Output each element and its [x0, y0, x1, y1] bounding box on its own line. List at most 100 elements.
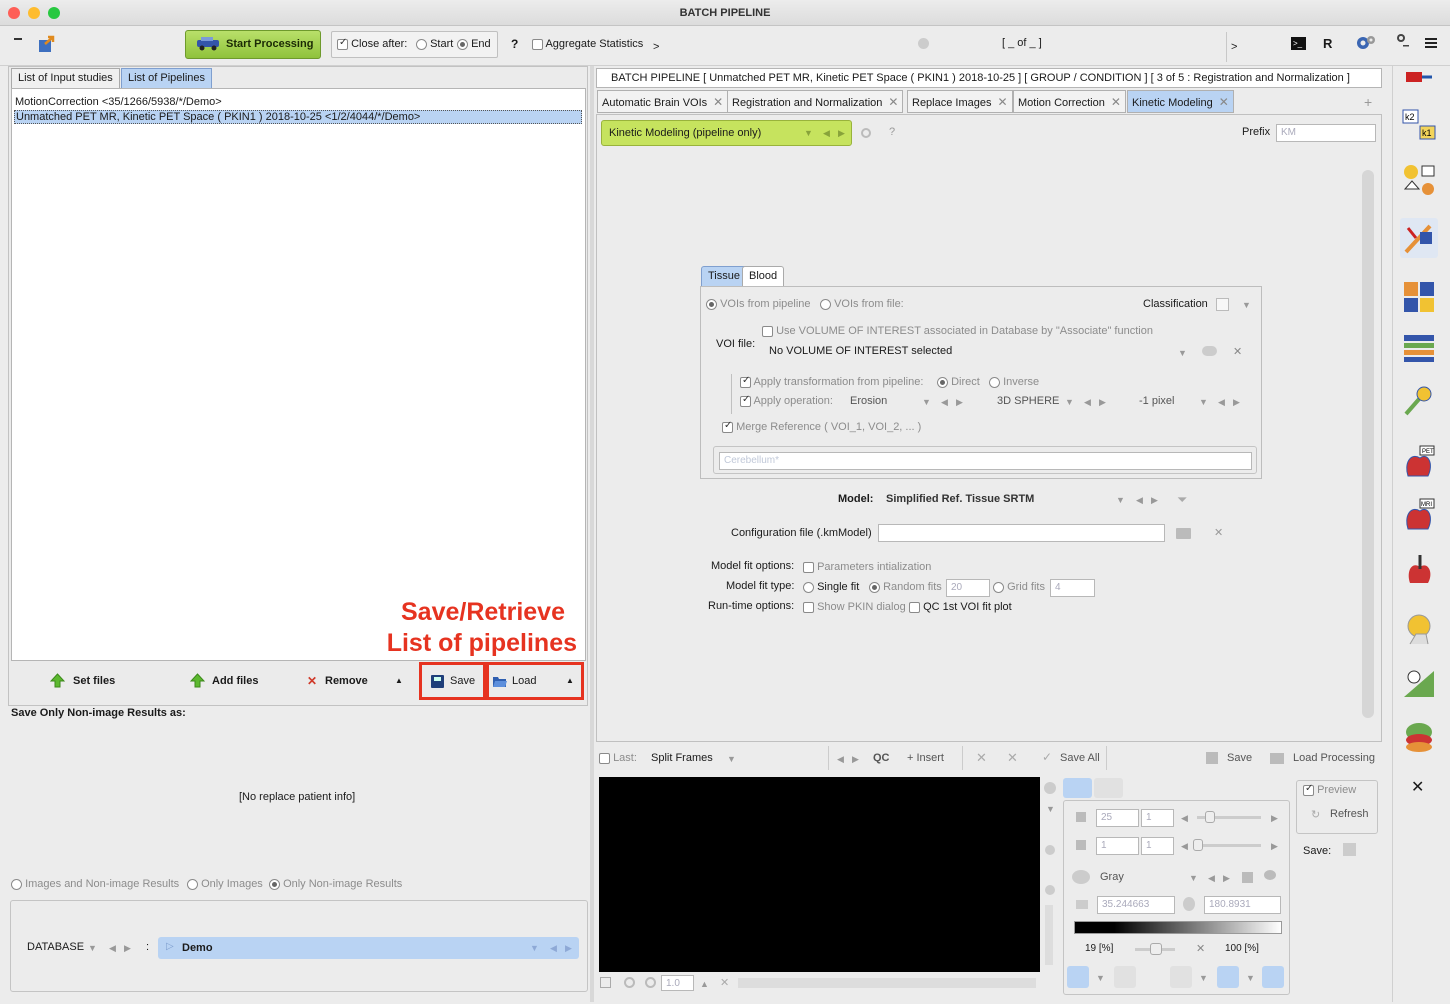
export-arrow-icon[interactable]	[37, 34, 57, 54]
model-prev-icon[interactable]: ◀	[1136, 495, 1143, 506]
close-window-button[interactable]	[8, 7, 20, 19]
tool-dropdown-4[interactable]: ▼	[1246, 973, 1255, 983]
cardiac-icon[interactable]	[1402, 553, 1436, 587]
close-tab-icon[interactable]: ✕	[888, 95, 898, 109]
zoom-input[interactable]: 1.0	[661, 975, 694, 991]
frame-next-icon[interactable]: ▶	[1271, 841, 1278, 852]
only-images-option[interactable]: Only Images	[187, 878, 263, 890]
slice-input[interactable]: 25	[1096, 809, 1139, 827]
zoom-step-icon[interactable]: ▲	[700, 979, 709, 989]
close-tab-icon[interactable]: ✕	[1219, 95, 1229, 109]
random-fits-input[interactable]: 20	[946, 579, 990, 597]
merge-reference-option[interactable]: Merge Reference ( VOI_1, VOI_2, ... )	[722, 420, 921, 433]
slice-next-icon[interactable]: ▶	[1271, 813, 1278, 824]
more-toolbar-button[interactable]: >	[653, 41, 659, 53]
random-fits-option[interactable]: Random fits	[869, 581, 942, 593]
batch-pipeline-icon[interactable]	[1404, 66, 1434, 88]
colormap-prev-icon[interactable]: ◀	[1208, 873, 1215, 884]
tool-button-3[interactable]	[1170, 966, 1192, 988]
tool-dropdown-1[interactable]: ▼	[1096, 973, 1105, 983]
module-selector[interactable]: Kinetic Modeling (pipeline only)	[601, 120, 852, 146]
show-pkin-option[interactable]: Show PKIN dialog	[803, 601, 906, 613]
slice-prev-icon[interactable]: ◀	[1181, 813, 1188, 824]
collapse-up-icon[interactable]: ▲	[395, 676, 403, 685]
tab-kinetic-modeling[interactable]: Kinetic Modeling ✕	[1127, 90, 1234, 113]
tool-button-5[interactable]	[1262, 966, 1284, 988]
zoom-reset-icon[interactable]: ✕	[720, 976, 729, 989]
database-expand-icon[interactable]: ▷	[166, 941, 174, 952]
operation-next-icon[interactable]: ▶	[956, 397, 963, 408]
database-prev-icon[interactable]: ◀	[109, 943, 116, 954]
frame-prev-icon[interactable]: ◀	[1181, 841, 1188, 852]
molecule-tool-icon[interactable]	[1402, 384, 1436, 418]
pet-heart-icon[interactable]: PET	[1402, 444, 1436, 480]
tool-dropdown-3[interactable]: ▼	[1199, 973, 1208, 983]
shape-dropdown-icon[interactable]: ▼	[1065, 397, 1074, 407]
voi-link-icon[interactable]	[1202, 346, 1217, 356]
zoom-in-icon[interactable]	[645, 977, 656, 988]
refresh-button[interactable]: Refresh	[1330, 808, 1369, 820]
grid-fits-option[interactable]: Grid fits	[993, 581, 1045, 593]
close-tab-icon[interactable]: ✕	[998, 95, 1008, 109]
module-dropdown-icon[interactable]: ▼	[804, 128, 813, 138]
shape-select[interactable]: 3D SPHERE	[997, 395, 1059, 407]
viewer-info-icon[interactable]	[1044, 782, 1056, 794]
last-option[interactable]: Last:	[599, 752, 637, 764]
viewer-dropdown-icon[interactable]: ▼	[1046, 804, 1055, 814]
minus-icon[interactable]	[14, 38, 22, 40]
min-value-input[interactable]: 35.244663	[1097, 896, 1175, 914]
colormap-dropdown-icon[interactable]: ▼	[1189, 873, 1198, 883]
save-all-button[interactable]: Save All	[1060, 752, 1100, 764]
frame-input[interactable]: 1	[1096, 837, 1139, 855]
end-option[interactable]: End	[457, 38, 491, 50]
tab-input-studies[interactable]: List of Input studies	[11, 68, 120, 88]
vois-from-file-option[interactable]: VOIs from file:	[820, 298, 904, 310]
save-pipelines-button[interactable]: Save	[450, 675, 475, 687]
add-files-button[interactable]: Add files	[212, 675, 258, 687]
config-folder-icon[interactable]	[1176, 528, 1191, 539]
splitter[interactable]	[590, 66, 594, 1002]
tab-replace-images[interactable]: Replace Images ✕	[907, 90, 1013, 113]
start-radio[interactable]	[416, 38, 427, 50]
hamburger-menu-icon[interactable]	[1425, 38, 1437, 48]
end-radio[interactable]	[457, 38, 468, 50]
database-next-icon[interactable]: ▶	[124, 943, 131, 954]
images-and-nonimage-option[interactable]: Images and Non-image Results	[11, 878, 179, 890]
vertical-scrollbar[interactable]	[1362, 170, 1374, 718]
operation-dropdown-icon[interactable]: ▼	[922, 397, 931, 407]
single-fit-option[interactable]: Single fit	[803, 581, 859, 593]
merge-reference-input[interactable]: Cerebellum*	[719, 452, 1252, 470]
load-processing-button[interactable]: Load Processing	[1293, 752, 1375, 764]
delete-icon[interactable]: ✕	[976, 750, 987, 766]
colormap-reset-icon[interactable]	[1242, 872, 1253, 883]
view-mode-grid[interactable]	[1094, 778, 1123, 798]
only-nonimage-option[interactable]: Only Non-image Results	[269, 878, 402, 890]
aggregate-statistics-option[interactable]: Aggregate Statistics	[532, 38, 643, 50]
voi-clear-icon[interactable]: ✕	[1233, 345, 1242, 358]
tab-pipelines[interactable]: List of Pipelines	[121, 68, 213, 88]
delete-all-icon[interactable]: ✕	[1007, 750, 1018, 766]
database-dropdown-icon[interactable]: ▼	[88, 943, 97, 953]
module-prev-icon[interactable]: ◀	[823, 128, 830, 139]
pixels-select[interactable]: -1 pixel	[1139, 395, 1174, 407]
shape-prev-icon[interactable]: ◀	[1084, 397, 1091, 408]
model-select[interactable]: Simplified Ref. Tissue SRTM	[886, 493, 1034, 505]
shape-next-icon[interactable]: ▶	[1099, 397, 1106, 408]
aggregate-checkbox[interactable]	[532, 38, 543, 50]
module-options-icon[interactable]	[861, 128, 871, 138]
user-icon[interactable]	[1394, 33, 1410, 51]
tab-registration[interactable]: Registration and Normalization ✕	[727, 90, 904, 113]
remove-button[interactable]: Remove	[325, 675, 368, 687]
voi-file-dropdown-icon[interactable]: ▼	[1178, 348, 1187, 358]
frames-prev-icon[interactable]: ◀	[837, 754, 844, 765]
model-next-icon[interactable]: ▶	[1151, 495, 1158, 506]
viewer-checkbox[interactable]	[600, 977, 611, 988]
classification-edit-icon[interactable]	[1216, 298, 1229, 311]
pixels-next-icon[interactable]: ▶	[1233, 397, 1240, 408]
close-after-option[interactable]: Close after:	[337, 37, 407, 50]
fusion-grid-icon[interactable]	[1402, 280, 1436, 314]
start-option[interactable]: Start	[416, 38, 453, 50]
vois-from-pipeline-option[interactable]: VOIs from pipeline	[706, 298, 811, 310]
preview-save-icon[interactable]	[1343, 843, 1356, 856]
brain-layers-icon[interactable]	[1402, 720, 1436, 754]
